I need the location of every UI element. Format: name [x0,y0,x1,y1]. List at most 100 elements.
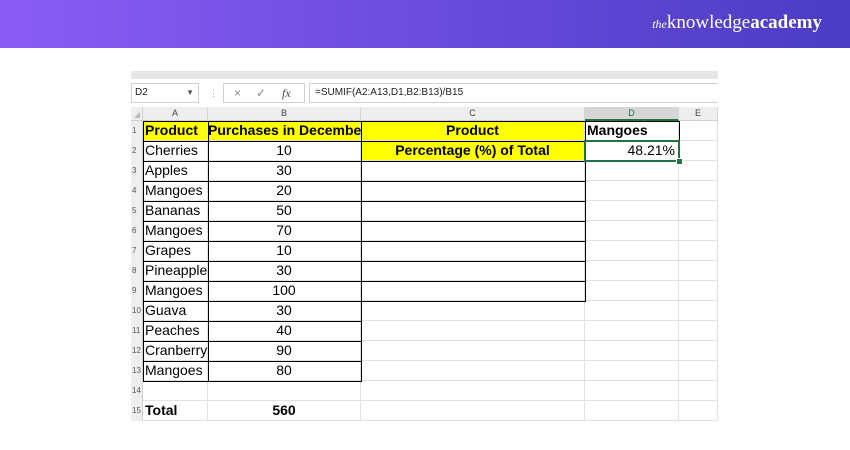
row-header[interactable]: 4 [131,181,143,201]
cell-c8[interactable] [361,261,585,281]
cell-a12[interactable]: Cranberry [143,341,208,361]
row-header[interactable]: 2 [131,141,143,161]
cell-a6[interactable]: Mangoes [143,221,208,241]
chevron-down-icon[interactable]: ▼ [186,84,194,102]
cell-d2[interactable]: 48.21% [585,141,679,161]
cell-c14[interactable] [361,381,585,401]
cell-a15[interactable]: Total [143,401,208,421]
row-header[interactable]: 9 [131,281,143,301]
cell-c7[interactable] [361,241,585,261]
cell-c10[interactable] [361,301,585,321]
row-header[interactable]: 8 [131,261,143,281]
cell-e5[interactable] [679,201,718,221]
cell-b2[interactable]: 10 [208,141,361,161]
cell-e7[interactable] [679,241,718,261]
cell-b11[interactable]: 40 [208,321,361,341]
row-header[interactable]: 15 [131,401,143,421]
cell-e4[interactable] [679,181,718,201]
cell-a1[interactable]: Product [143,121,208,141]
cell-a8[interactable]: Pineapple [143,261,208,281]
cell-e13[interactable] [679,361,718,381]
column-header-a[interactable]: A [143,107,208,121]
cell-c13[interactable] [361,361,585,381]
cell-d4[interactable] [585,181,679,201]
cell-b7[interactable]: 10 [208,241,361,261]
row-header[interactable]: 12 [131,341,143,361]
row-header[interactable]: 13 [131,361,143,381]
cell-d3[interactable] [585,161,679,181]
cell-a13[interactable]: Mangoes [143,361,208,381]
name-box[interactable]: D2 ▼ [131,83,199,103]
cell-d14[interactable] [585,381,679,401]
insert-function-icon[interactable]: fx [282,86,291,100]
cell-e15[interactable] [679,401,718,421]
cell-b5[interactable]: 50 [208,201,361,221]
cell-d1[interactable]: Mangoes [585,121,679,141]
cell-c5[interactable] [361,201,585,221]
cell-b6[interactable]: 70 [208,221,361,241]
cell-b4[interactable]: 20 [208,181,361,201]
column-header-b[interactable]: B [208,107,361,121]
cell-b15[interactable]: 560 [208,401,361,421]
row-header[interactable]: 7 [131,241,143,261]
cell-d5[interactable] [585,201,679,221]
cell-b9[interactable]: 100 [208,281,361,301]
fill-handle[interactable] [676,158,683,165]
cell-e6[interactable] [679,221,718,241]
cell-c1[interactable]: Product [361,121,585,141]
cell-d15[interactable] [585,401,679,421]
row-header[interactable]: 1 [131,121,143,141]
cell-a3[interactable]: Apples [143,161,208,181]
cell-a7[interactable]: Grapes [143,241,208,261]
cell-a10[interactable]: Guava [143,301,208,321]
cell-e11[interactable] [679,321,718,341]
enter-icon[interactable]: ✓ [256,86,266,100]
cell-b8[interactable]: 30 [208,261,361,281]
cell-c4[interactable] [361,181,585,201]
formula-input[interactable]: =SUMIF(A2:A13,D1,B2:B13)/B15 [309,83,718,103]
cell-e2[interactable] [679,141,718,161]
cell-b10[interactable]: 30 [208,301,361,321]
cell-c11[interactable] [361,321,585,341]
row-header[interactable]: 11 [131,321,143,341]
cell-a4[interactable]: Mangoes [143,181,208,201]
cell-d9[interactable] [585,281,679,301]
cell-e8[interactable] [679,261,718,281]
row-header[interactable]: 3 [131,161,143,181]
cell-d7[interactable] [585,241,679,261]
cell-a11[interactable]: Peaches [143,321,208,341]
cell-d12[interactable] [585,341,679,361]
cell-e12[interactable] [679,341,718,361]
cell-b3[interactable]: 30 [208,161,361,181]
cell-d6[interactable] [585,221,679,241]
cell-c9[interactable] [361,281,585,301]
cell-b13[interactable]: 80 [208,361,361,381]
cell-e14[interactable] [679,381,718,401]
cell-e1[interactable] [679,121,718,141]
column-header-e[interactable]: E [679,107,718,121]
cell-b1[interactable]: Purchases in December [208,121,367,141]
column-header-c[interactable]: C [361,107,585,121]
cell-e3[interactable] [679,161,718,181]
cancel-icon[interactable]: × [234,86,241,100]
row-header[interactable]: 5 [131,201,143,221]
cell-d8[interactable] [585,261,679,281]
cell-b12[interactable]: 90 [208,341,361,361]
cell-a2[interactable]: Cherries [143,141,208,161]
brand-logo[interactable]: theknowledgeacademy [652,12,822,35]
select-all-corner[interactable] [131,107,143,121]
cell-a14[interactable] [143,381,208,401]
cell-a5[interactable]: Bananas [143,201,208,221]
row-header[interactable]: 10 [131,301,143,321]
cell-c6[interactable] [361,221,585,241]
cell-c2[interactable]: Percentage (%) of Total [361,141,585,161]
cell-c12[interactable] [361,341,585,361]
cell-d13[interactable] [585,361,679,381]
cell-b14[interactable] [208,381,361,401]
row-header[interactable]: 6 [131,221,143,241]
cell-d11[interactable] [585,321,679,341]
cell-d10[interactable] [585,301,679,321]
cell-e10[interactable] [679,301,718,321]
column-header-d[interactable]: D [585,107,679,121]
row-header[interactable]: 14 [131,381,143,401]
